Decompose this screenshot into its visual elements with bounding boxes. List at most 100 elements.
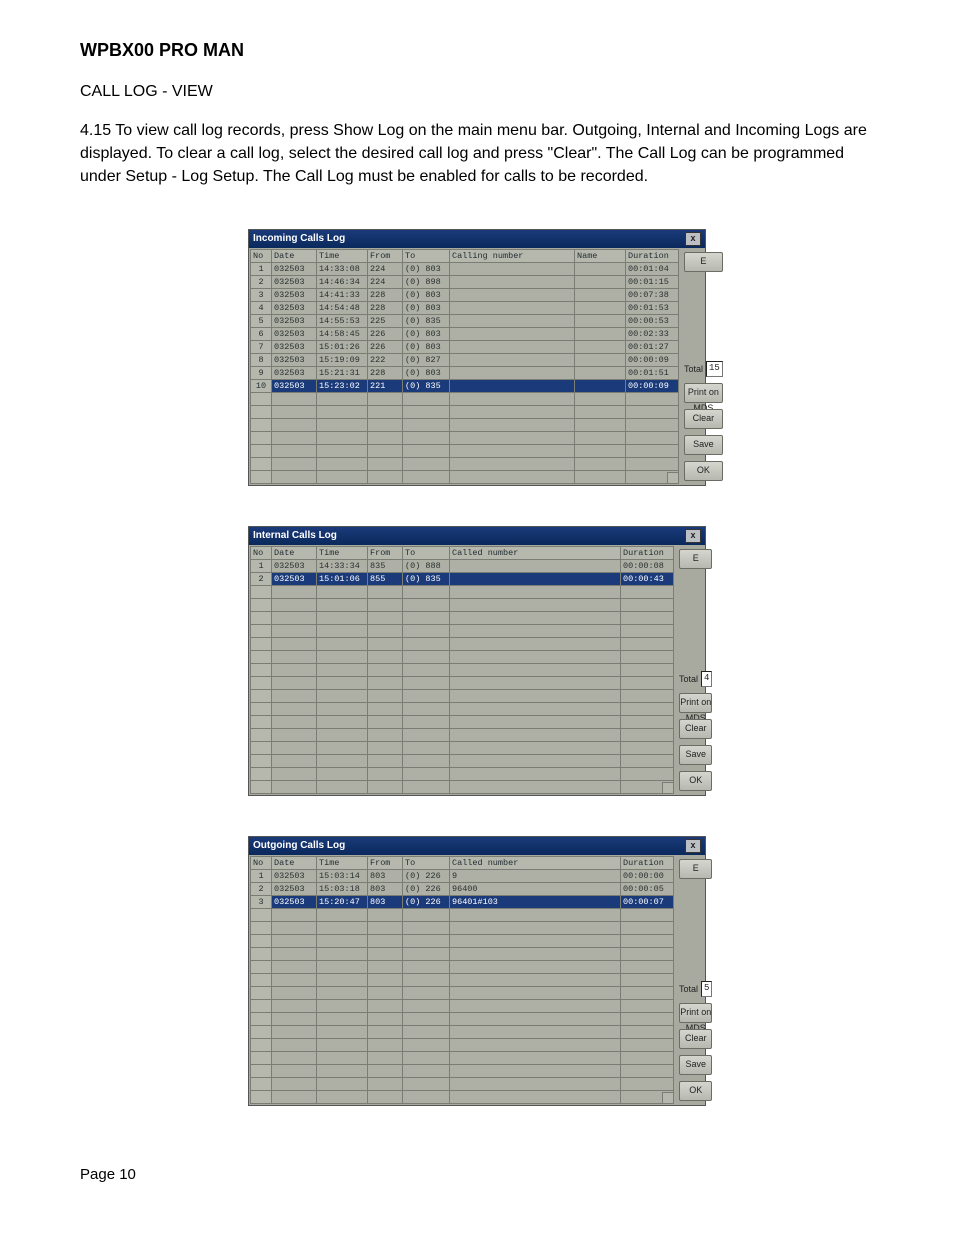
table-row[interactable] <box>251 392 679 405</box>
col-header[interactable]: From <box>368 249 403 262</box>
col-header[interactable]: Called number <box>450 856 621 869</box>
table-row[interactable] <box>251 650 674 663</box>
table-row[interactable] <box>251 470 679 483</box>
table-row[interactable] <box>251 444 679 457</box>
table-row[interactable] <box>251 908 674 921</box>
clear-button[interactable]: Clear <box>679 1029 712 1049</box>
table-row[interactable] <box>251 405 679 418</box>
table-row[interactable] <box>251 728 674 741</box>
incoming-grid[interactable]: NoDateTimeFromToCalling numberNameDurati… <box>250 249 679 484</box>
table-row[interactable] <box>251 999 674 1012</box>
e-button[interactable]: E <box>679 859 712 879</box>
table-row[interactable]: 403250314:54:48228(0) 80300:01:53 <box>251 301 679 314</box>
table-row[interactable] <box>251 585 674 598</box>
col-header[interactable]: Duration <box>626 249 679 262</box>
e-button[interactable]: E <box>684 252 723 272</box>
table-row[interactable]: 203250315:03:18803(0) 2269640000:00:05 <box>251 882 674 895</box>
print-button[interactable]: Print on MDS <box>684 383 723 403</box>
col-header[interactable]: Date <box>272 546 317 559</box>
table-row[interactable] <box>251 1025 674 1038</box>
table-row[interactable]: 803250315:19:09222(0) 82700:00:09 <box>251 353 679 366</box>
table-row[interactable] <box>251 1090 674 1103</box>
clear-button[interactable]: Clear <box>684 409 723 429</box>
ok-button[interactable]: OK <box>684 461 723 481</box>
table-row[interactable]: 103250314:33:08224(0) 80300:01:04 <box>251 262 679 275</box>
e-button[interactable]: E <box>679 549 712 569</box>
col-header[interactable]: Date <box>272 856 317 869</box>
table-row[interactable] <box>251 689 674 702</box>
window-titlebar: Internal Calls Log x <box>249 527 705 545</box>
table-row[interactable] <box>251 1077 674 1090</box>
table-row[interactable] <box>251 1064 674 1077</box>
table-row[interactable] <box>251 973 674 986</box>
col-header[interactable]: Time <box>317 856 368 869</box>
col-header[interactable]: From <box>368 546 403 559</box>
table-row[interactable]: 203250314:46:34224(0) 89800:01:15 <box>251 275 679 288</box>
table-row[interactable]: 103250315:03:14803(0) 226900:00:00 <box>251 869 674 882</box>
table-row[interactable] <box>251 418 679 431</box>
col-header[interactable]: From <box>368 856 403 869</box>
table-row[interactable]: 303250315:20:47803(0) 22696401#10300:00:… <box>251 895 674 908</box>
clear-button[interactable]: Clear <box>679 719 712 739</box>
table-row[interactable] <box>251 702 674 715</box>
table-row[interactable]: 303250314:41:33228(0) 80300:07:38 <box>251 288 679 301</box>
table-row[interactable]: 103250314:33:34835(0) 88800:00:08 <box>251 559 674 572</box>
col-header[interactable]: Duration <box>621 856 674 869</box>
scroll-handle[interactable] <box>662 1092 674 1104</box>
table-row[interactable] <box>251 676 674 689</box>
table-row[interactable] <box>251 754 674 767</box>
table-row[interactable] <box>251 986 674 999</box>
table-row[interactable] <box>251 767 674 780</box>
col-header[interactable]: To <box>403 249 450 262</box>
col-header[interactable]: No <box>251 546 272 559</box>
table-row[interactable] <box>251 611 674 624</box>
table-row[interactable] <box>251 780 674 793</box>
table-row[interactable] <box>251 637 674 650</box>
table-row[interactable] <box>251 921 674 934</box>
table-row[interactable] <box>251 934 674 947</box>
close-icon[interactable]: x <box>685 529 701 543</box>
save-button[interactable]: Save <box>679 745 712 765</box>
table-row[interactable] <box>251 1038 674 1051</box>
table-row[interactable] <box>251 431 679 444</box>
col-header[interactable]: Date <box>272 249 317 262</box>
print-button[interactable]: Print on MDS <box>679 693 712 713</box>
col-header[interactable]: Name <box>575 249 626 262</box>
outgoing-grid[interactable]: NoDateTimeFromToCalled numberDuration103… <box>250 856 674 1104</box>
col-header[interactable]: Called number <box>450 546 621 559</box>
table-row[interactable] <box>251 624 674 637</box>
col-header[interactable]: Duration <box>621 546 674 559</box>
table-row[interactable] <box>251 663 674 676</box>
table-row[interactable] <box>251 457 679 470</box>
table-row[interactable] <box>251 715 674 728</box>
scroll-handle[interactable] <box>667 472 679 484</box>
close-icon[interactable]: x <box>685 232 701 246</box>
col-header[interactable]: No <box>251 856 272 869</box>
table-row[interactable]: 603250314:58:45226(0) 80300:02:33 <box>251 327 679 340</box>
table-row[interactable]: 703250315:01:26226(0) 80300:01:27 <box>251 340 679 353</box>
print-button[interactable]: Print on MDS <box>679 1003 712 1023</box>
col-header[interactable]: To <box>403 856 450 869</box>
table-row[interactable]: 1003250315:23:02221(0) 83500:00:09 <box>251 379 679 392</box>
table-row[interactable] <box>251 598 674 611</box>
table-row[interactable]: 903250315:21:31228(0) 80300:01:51 <box>251 366 679 379</box>
ok-button[interactable]: OK <box>679 1081 712 1101</box>
close-icon[interactable]: x <box>685 839 701 853</box>
save-button[interactable]: Save <box>684 435 723 455</box>
col-header[interactable]: No <box>251 249 272 262</box>
save-button[interactable]: Save <box>679 1055 712 1075</box>
internal-grid[interactable]: NoDateTimeFromToCalled numberDuration103… <box>250 546 674 794</box>
col-header[interactable]: Time <box>317 249 368 262</box>
table-row[interactable] <box>251 741 674 754</box>
col-header[interactable]: Time <box>317 546 368 559</box>
table-row[interactable] <box>251 960 674 973</box>
col-header[interactable]: To <box>403 546 450 559</box>
table-row[interactable] <box>251 947 674 960</box>
col-header[interactable]: Calling number <box>450 249 575 262</box>
table-row[interactable]: 203250315:01:06855(0) 83500:00:43 <box>251 572 674 585</box>
ok-button[interactable]: OK <box>679 771 712 791</box>
table-row[interactable] <box>251 1012 674 1025</box>
table-row[interactable] <box>251 1051 674 1064</box>
table-row[interactable]: 503250314:55:53225(0) 83500:00:53 <box>251 314 679 327</box>
scroll-handle[interactable] <box>662 782 674 794</box>
